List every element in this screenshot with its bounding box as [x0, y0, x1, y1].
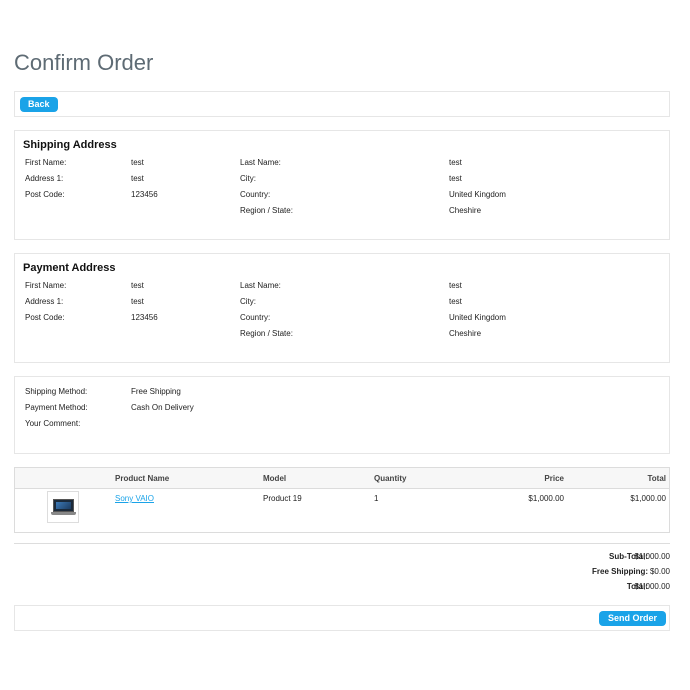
shipping-last-name-label: Last Name:: [240, 158, 281, 167]
header-model: Model: [263, 474, 287, 483]
payment-first-name-value: test: [131, 281, 144, 290]
payment-country-value: United Kingdom: [449, 313, 506, 322]
shipping-address-title: Shipping Address: [23, 139, 117, 151]
shipping-postcode-value: 123456: [131, 190, 158, 199]
shipping-method-value: Free Shipping: [131, 387, 181, 396]
shipping-total-label: Free Shipping:: [592, 567, 648, 576]
shipping-total-value: $0.00: [649, 567, 670, 576]
payment-region-label: Region / State:: [240, 329, 293, 338]
shipping-method-label: Shipping Method:: [25, 387, 88, 396]
payment-address-title: Payment Address: [23, 262, 116, 274]
product-price: $1,000.00: [528, 494, 564, 503]
totals-divider: [14, 543, 670, 544]
shipping-region-value: Cheshire: [449, 206, 482, 215]
payment-postcode-label: Post Code:: [25, 313, 65, 322]
product-table-header: Product Name Model Quantity Price Total: [15, 468, 669, 489]
shipping-first-name-label: First Name:: [25, 158, 67, 167]
product-model: Product 19: [263, 494, 302, 503]
header-quantity: Quantity: [374, 474, 407, 483]
order-methods-panel: Shipping Method: Free Shipping Payment M…: [14, 376, 670, 454]
product-total: $1,000.00: [630, 494, 666, 503]
shipping-last-name-value: test: [449, 158, 462, 167]
header-product-name: Product Name: [115, 474, 170, 483]
payment-address1-value: test: [131, 297, 144, 306]
payment-first-name-label: First Name:: [25, 281, 67, 290]
table-row: Sony VAIO Product 19 1 $1,000.00 $1,000.…: [15, 488, 669, 532]
page-title: Confirm Order: [14, 50, 154, 75]
back-button[interactable]: Back: [20, 97, 58, 112]
shipping-first-name-value: test: [131, 158, 144, 167]
payment-address-panel: Payment Address First Name: test Last Na…: [14, 253, 670, 363]
payment-city-value: test: [449, 297, 462, 306]
back-bar: Back: [14, 91, 670, 117]
payment-last-name-label: Last Name:: [240, 281, 281, 290]
grand-total-value: $1,000.00: [634, 582, 670, 591]
shipping-address-panel: Shipping Address First Name: test Last N…: [14, 130, 670, 240]
shipping-city-label: City:: [240, 174, 256, 183]
shipping-address1-value: test: [131, 174, 144, 183]
comment-label: Your Comment:: [25, 419, 81, 428]
payment-method-value: Cash On Delivery: [131, 403, 194, 412]
payment-address1-label: Address 1:: [25, 297, 64, 306]
product-name-link[interactable]: Sony VAIO: [115, 494, 154, 503]
product-table: Product Name Model Quantity Price Total …: [14, 467, 670, 533]
shipping-address1-label: Address 1:: [25, 174, 64, 183]
send-order-button[interactable]: Send Order: [598, 611, 666, 626]
header-total: Total: [647, 474, 666, 483]
product-quantity: 1: [374, 494, 379, 503]
payment-postcode-value: 123456: [131, 313, 158, 322]
payment-city-label: City:: [240, 297, 256, 306]
payment-region-value: Cheshire: [449, 329, 482, 338]
shipping-city-value: test: [449, 174, 462, 183]
product-thumbnail[interactable]: [47, 491, 79, 523]
payment-last-name-value: test: [449, 281, 462, 290]
shipping-country-label: Country:: [240, 190, 271, 199]
header-price: Price: [544, 474, 564, 483]
payment-method-label: Payment Method:: [25, 403, 88, 412]
send-order-bar: Send Order: [14, 605, 670, 631]
shipping-country-value: United Kingdom: [449, 190, 506, 199]
subtotal-value: $1,000.00: [634, 552, 670, 561]
shipping-region-label: Region / State:: [240, 206, 293, 215]
payment-country-label: Country:: [240, 313, 271, 322]
shipping-postcode-label: Post Code:: [25, 190, 65, 199]
